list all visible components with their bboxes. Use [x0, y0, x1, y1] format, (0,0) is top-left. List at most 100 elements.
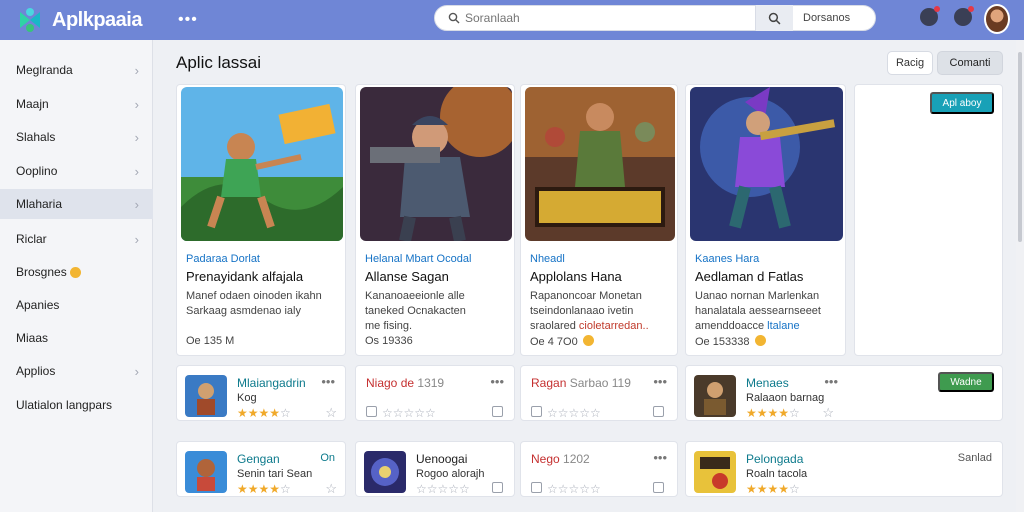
app-subtitle: Ralaaon barnag	[746, 392, 825, 404]
sidebar-item-1[interactable]: Maajn ›	[0, 89, 153, 119]
settings-badge	[968, 6, 974, 12]
featured-card-3[interactable]: Kaanes Hara Aedlaman d Fatlas Uanao norn…	[685, 84, 846, 356]
share-icon[interactable]	[492, 406, 503, 417]
rating-stars: ★★★★☆	[746, 482, 800, 496]
app-row-card[interactable]: Ragan Sarbao 119 ••• ☆☆☆☆☆	[520, 365, 678, 421]
app-row-card[interactable]: Uenoogai Rogoo alorajh ☆☆☆☆☆	[355, 441, 515, 497]
thumb-icon[interactable]	[366, 406, 377, 417]
desc-highlight: ltalane	[767, 320, 800, 332]
search-scope[interactable]: Dorsanos	[793, 12, 850, 24]
sidebar-item-7[interactable]: Apanies	[0, 290, 153, 320]
chevron-right-icon: ›	[134, 96, 139, 112]
share-icon[interactable]	[653, 482, 664, 493]
app-row-card[interactable]: Nego 1202 ••• ☆☆☆☆☆	[520, 441, 678, 497]
sidebar-item-label: Brosgnes	[16, 265, 67, 279]
sidebar-item-label: Ulatialon langpars	[16, 398, 113, 412]
placeholder-card: Apl aboy	[854, 84, 1003, 356]
search-input[interactable]	[465, 7, 755, 29]
sidebar-item-6[interactable]: Brosgnes	[0, 257, 153, 287]
stars-empty: ☆	[789, 482, 800, 496]
app-extra: Sarbao 119	[569, 376, 631, 390]
thumb-icon[interactable]	[531, 406, 542, 417]
stars-filled: ★★★★	[237, 406, 281, 420]
game-artwork	[525, 87, 675, 241]
sidebar-item-label: Maajn	[16, 97, 49, 111]
featured-card-1[interactable]: Helanal Mbart Ocodal Allanse Sagan Kanan…	[355, 84, 515, 356]
rating-stars: ☆☆☆☆☆	[547, 406, 601, 420]
desc-line: Kananoaeeionle alle	[365, 290, 465, 302]
app-name-text: Ragan	[531, 376, 567, 390]
sidebar-item-3[interactable]: Ooplino ›	[0, 156, 153, 186]
sidebar-item-4[interactable]: Mlaharia ›	[0, 189, 153, 219]
app-row-card[interactable]: Menaes ••• Ralaaon barnag ★★★★☆ ☆ Wadne	[685, 365, 1003, 421]
app-count: 1319	[417, 376, 445, 390]
scrollbar[interactable]	[1016, 40, 1024, 512]
scrollbar-thumb[interactable]	[1018, 52, 1022, 242]
top-header: Aplkpaaia ••• Dorsanos	[0, 0, 1024, 40]
avatar[interactable]	[984, 4, 1010, 34]
page-title: Aplic lassai	[176, 53, 262, 72]
share-icon[interactable]	[492, 482, 503, 493]
sidebar-item-10[interactable]: Ulatialon langpars	[0, 390, 153, 420]
favorite-star-icon[interactable]: ☆	[822, 405, 834, 421]
app-name: Nego 1202	[531, 452, 590, 466]
more-icon[interactable]: •••	[653, 450, 667, 465]
rating-stars: ★★★★☆	[746, 406, 800, 420]
app-name: Mlaiangadrin	[237, 376, 306, 390]
app-logo[interactable]: Aplkpaaia	[16, 6, 142, 34]
more-icon[interactable]: •••	[490, 374, 504, 389]
more-icon[interactable]: •••	[321, 374, 335, 389]
sidebar-item-9[interactable]: Applios ›	[0, 356, 153, 386]
app-row-card[interactable]: Pelongada Sanlad Roaln tacola ★★★★☆	[685, 441, 1003, 497]
desc-highlight: cioletarredan..	[578, 320, 649, 332]
sidebar-item-8[interactable]: Miaas	[0, 323, 153, 353]
rating-stars: ☆☆☆☆☆	[547, 482, 601, 496]
desc-text: amenddoacce	[695, 320, 765, 332]
filter-button[interactable]: Racig	[887, 51, 933, 75]
sidebar-item-2[interactable]: Slahals ›	[0, 122, 153, 152]
sort-button[interactable]: Comanti	[937, 51, 1003, 75]
sidebar-item-0[interactable]: Meglranda ›	[0, 55, 153, 85]
stars-empty: ☆☆☆☆☆	[547, 482, 601, 496]
desc-line: Rapanoncoar Monetan	[530, 290, 642, 302]
search-button[interactable]	[755, 5, 793, 31]
sidebar-item-5[interactable]: Riclar ›	[0, 224, 153, 254]
stars-empty: ☆☆☆☆☆	[382, 406, 436, 420]
app-subtitle: Roaln tacola	[746, 468, 808, 480]
more-icon[interactable]: •••	[824, 374, 838, 389]
rating-stars: ★★★★☆	[237, 406, 291, 420]
smiley-icon	[582, 335, 594, 346]
thumb-icon[interactable]	[531, 482, 542, 493]
notification-badge	[934, 6, 940, 12]
featured-card-2[interactable]: Nheadl Applolans Hana Rapanoncoar Moneta…	[520, 84, 678, 356]
desc-line: tseindonlanaao ivetin	[530, 305, 634, 317]
chevron-right-icon: ›	[134, 196, 139, 212]
desc-line: sraolared cioletarredan..	[530, 319, 680, 334]
app-thumbnail	[185, 375, 227, 417]
app-row-card[interactable]: Mlaiangadrin ••• Kog ★★★★☆ ☆	[176, 365, 346, 421]
sidebar-item-label: Mlaharia	[16, 197, 63, 211]
more-icon[interactable]: •••	[653, 374, 667, 389]
apply-button[interactable]: Apl aboy	[930, 92, 994, 114]
stars-empty: ☆	[280, 482, 291, 496]
game-artwork	[360, 87, 512, 241]
sidebar-item-label: Applios	[16, 364, 56, 378]
favorite-star-icon[interactable]: ☆	[325, 405, 337, 421]
stars-filled: ★★★★	[746, 406, 790, 420]
card-category: Padaraa Dorlat	[186, 253, 260, 265]
more-dots-icon[interactable]: •••	[178, 11, 198, 29]
app-name: Pelongada	[746, 452, 804, 466]
settings-icon[interactable]	[954, 6, 974, 26]
favorite-star-icon[interactable]: ☆	[325, 481, 337, 497]
app-thumbnail	[694, 375, 736, 417]
featured-card-0[interactable]: Padaraa Dorlat Prenayidank alfajala Mane…	[176, 84, 346, 356]
app-row-card[interactable]: Gengan On Senin tari Sean ★★★★☆ ☆	[176, 441, 346, 497]
share-icon[interactable]	[653, 406, 664, 417]
notification-icon[interactable]	[920, 6, 940, 26]
install-button[interactable]: Wadne	[938, 372, 994, 392]
app-row-card[interactable]: Niago de 1319 ••• ☆☆☆☆☆	[355, 365, 515, 421]
desc-line: Sarkaag asmdenao ialy	[186, 305, 301, 317]
app-extra: On	[320, 452, 335, 464]
search-icon	[443, 12, 465, 24]
desc-line: hanalatala aessearnseeet	[695, 305, 821, 317]
